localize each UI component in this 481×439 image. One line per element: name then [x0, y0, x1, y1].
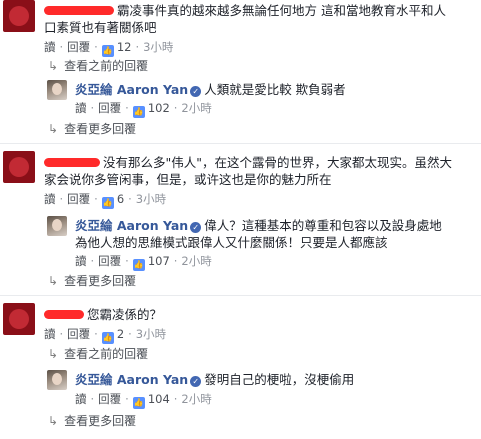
- redacted-name: [44, 6, 114, 15]
- comment-actions: 讀 · 回覆 · 👍 6 · 3小時: [44, 192, 167, 209]
- comment-actions: 讀 · 回覆 · 👍 2 · 3小時: [44, 327, 167, 344]
- replier-avatar[interactable]: [47, 370, 67, 390]
- reply-arrow-icon: ↳: [48, 347, 59, 361]
- like-link[interactable]: 讀: [75, 101, 87, 115]
- thumbs-up-icon: 👍: [132, 397, 145, 409]
- reply-arrow-icon: ↳: [48, 414, 59, 428]
- reply-arrow-icon: ↳: [48, 59, 59, 73]
- like-link[interactable]: 讀: [44, 327, 56, 341]
- reply-text: 炎亞綸 Aaron Yan ✓ 人類就是愛比較 欺負弱者: [75, 82, 346, 97]
- timestamp[interactable]: 3小時: [136, 327, 166, 341]
- thumbs-up-icon: 👍: [132, 106, 145, 118]
- like-count[interactable]: 12: [117, 40, 132, 54]
- replier-avatar[interactable]: [47, 216, 67, 236]
- like-count[interactable]: 6: [117, 192, 124, 206]
- view-more-replies[interactable]: ↳ 查看更多回覆: [48, 121, 136, 137]
- like-count[interactable]: 2: [117, 327, 124, 341]
- timestamp[interactable]: 3小時: [143, 40, 173, 54]
- thumbs-up-icon: 👍: [101, 332, 114, 344]
- comment-text: 没有那么多"伟人"，在这个露骨的世界，大家都太现实。虽然大: [44, 154, 452, 171]
- reply-link[interactable]: 回覆: [67, 327, 90, 341]
- comment-text: 您霸凌係的？: [44, 306, 162, 323]
- redacted-name: [44, 158, 100, 167]
- comment-text-cont: 家会说你多管闲事，但是，或许这也是你的魅力所在: [44, 172, 332, 187]
- reply-link[interactable]: 回覆: [98, 101, 121, 115]
- reply-actions: 讀 · 回覆 · 👍 104 · 2小時: [75, 392, 212, 409]
- reply-arrow-icon: ↳: [48, 122, 59, 136]
- reply-link[interactable]: 回覆: [67, 192, 90, 206]
- comment-actions: 讀 · 回覆 · 👍 12 · 3小時: [44, 40, 174, 57]
- replier-avatar[interactable]: [47, 80, 67, 100]
- timestamp[interactable]: 2小時: [181, 101, 211, 115]
- reply-actions: 讀 · 回覆 · 👍 102 · 2小時: [75, 101, 212, 118]
- reply-arrow-icon: ↳: [48, 274, 59, 288]
- commenter-avatar[interactable]: [3, 0, 35, 32]
- thumbs-up-icon: 👍: [101, 45, 114, 57]
- like-count[interactable]: 107: [148, 254, 170, 268]
- view-more-replies[interactable]: ↳ 查看更多回覆: [48, 273, 136, 289]
- comment-text-cont: 口素質也有著關係吧: [44, 20, 157, 35]
- reply-actions: 讀 · 回覆 · 👍 107 · 2小時: [75, 254, 212, 271]
- like-count[interactable]: 102: [148, 101, 170, 115]
- commenter-avatar[interactable]: [3, 151, 35, 183]
- comment-text: 霸凌事件真的越來越多無論任何地方 這和當地教育水平和人: [44, 2, 446, 19]
- timestamp[interactable]: 3小時: [136, 192, 166, 206]
- replier-name[interactable]: 炎亞綸 Aaron Yan: [75, 218, 188, 233]
- verified-badge-icon: ✓: [190, 222, 202, 233]
- like-link[interactable]: 讀: [44, 192, 56, 206]
- like-count[interactable]: 104: [148, 392, 170, 406]
- like-link[interactable]: 讀: [75, 254, 87, 268]
- timestamp[interactable]: 2小時: [181, 392, 211, 406]
- replier-name[interactable]: 炎亞綸 Aaron Yan: [75, 82, 188, 97]
- divider: [0, 143, 481, 144]
- view-previous-replies[interactable]: ↳ 查看之前的回覆: [48, 58, 148, 74]
- reply-text-cont: 為他人想的思維模式跟偉人又什麼關係！只要是人都應該: [75, 235, 388, 250]
- thumbs-up-icon: 👍: [101, 197, 114, 209]
- like-link[interactable]: 讀: [75, 392, 87, 406]
- reply-link[interactable]: 回覆: [67, 40, 90, 54]
- commenter-avatar[interactable]: [3, 303, 35, 335]
- thumbs-up-icon: 👍: [132, 259, 145, 271]
- view-more-replies[interactable]: ↳ 查看更多回覆: [48, 413, 136, 429]
- timestamp[interactable]: 2小時: [181, 254, 211, 268]
- reply-text: 炎亞綸 Aaron Yan ✓ 發明自己的梗啦，沒梗偷用: [75, 372, 355, 387]
- verified-badge-icon: ✓: [190, 376, 202, 387]
- like-link[interactable]: 讀: [44, 40, 56, 54]
- verified-badge-icon: ✓: [190, 86, 202, 97]
- reply-text: 炎亞綸 Aaron Yan ✓ 偉人？這種基本的尊重和包容以及設身處地: [75, 218, 442, 233]
- divider: [0, 295, 481, 296]
- reply-link[interactable]: 回覆: [98, 392, 121, 406]
- reply-link[interactable]: 回覆: [98, 254, 121, 268]
- redacted-name: [44, 310, 84, 319]
- replier-name[interactable]: 炎亞綸 Aaron Yan: [75, 372, 188, 387]
- view-previous-replies[interactable]: ↳ 查看之前的回覆: [48, 346, 148, 362]
